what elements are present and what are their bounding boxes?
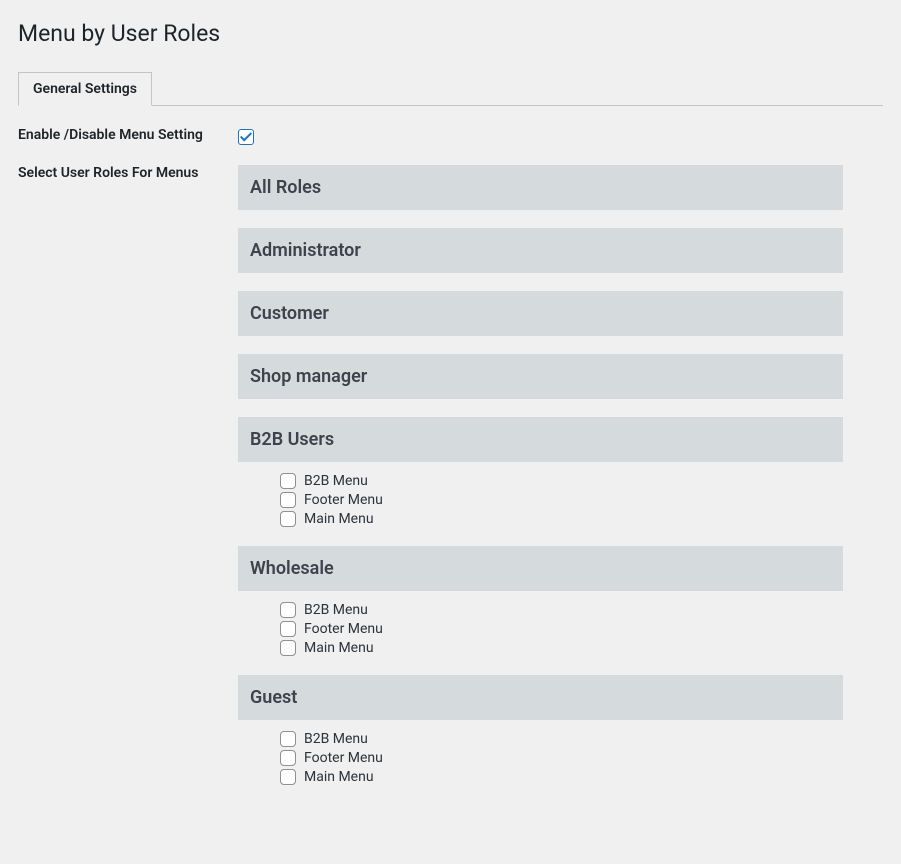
role-header[interactable]: Customer — [238, 291, 843, 336]
menu-checkbox[interactable] — [280, 731, 296, 747]
menu-checkbox[interactable] — [280, 511, 296, 527]
menu-item: Footer Menu — [280, 749, 843, 767]
menu-label[interactable]: B2B Menu — [304, 472, 368, 490]
menu-checkbox[interactable] — [280, 769, 296, 785]
role-section: Administrator — [238, 228, 843, 273]
menu-checkbox[interactable] — [280, 640, 296, 656]
menu-item: Footer Menu — [280, 620, 843, 638]
menu-label[interactable]: Main Menu — [304, 639, 374, 657]
menu-checkbox[interactable] — [280, 621, 296, 637]
menu-label[interactable]: B2B Menu — [304, 601, 368, 619]
row-select-roles: Select User Roles For Menus All Roles Adm… — [18, 165, 883, 804]
menu-checkbox[interactable] — [280, 492, 296, 508]
enable-checkbox[interactable] — [238, 129, 254, 145]
role-header[interactable]: Administrator — [238, 228, 843, 273]
menu-item: Main Menu — [280, 639, 843, 657]
row-enable-setting: Enable /Disable Menu Setting — [18, 126, 883, 145]
menu-label[interactable]: B2B Menu — [304, 730, 368, 748]
menu-checkbox[interactable] — [280, 473, 296, 489]
menu-item: B2B Menu — [280, 730, 843, 748]
menu-label[interactable]: Footer Menu — [304, 620, 383, 638]
role-menus: B2B MenuFooter MenuMain Menu — [238, 720, 843, 786]
menu-checkbox[interactable] — [280, 750, 296, 766]
page-title: Menu by User Roles — [18, 10, 883, 53]
role-section: B2B UsersB2B MenuFooter MenuMain Menu — [238, 417, 843, 528]
role-menus: B2B MenuFooter MenuMain Menu — [238, 591, 843, 657]
menu-label[interactable]: Main Menu — [304, 768, 374, 786]
role-section: Customer — [238, 291, 843, 336]
menu-item: Footer Menu — [280, 491, 843, 509]
role-header[interactable]: All Roles — [238, 165, 843, 210]
role-section: Shop manager — [238, 354, 843, 399]
roles-container: All Roles Administrator Customer Shop manag… — [238, 165, 843, 786]
role-header[interactable]: Guest — [238, 675, 843, 720]
tab-general-settings[interactable]: General Settings — [18, 72, 152, 106]
menu-item: B2B Menu — [280, 601, 843, 619]
menu-item: Main Menu — [280, 768, 843, 786]
roles-label: Select User Roles For Menus — [18, 165, 238, 181]
menu-checkbox[interactable] — [280, 602, 296, 618]
menu-label[interactable]: Footer Menu — [304, 491, 383, 509]
role-section: All Roles — [238, 165, 843, 210]
role-header[interactable]: Shop manager — [238, 354, 843, 399]
menu-label[interactable]: Main Menu — [304, 510, 374, 528]
role-section: WholesaleB2B MenuFooter MenuMain Menu — [238, 546, 843, 657]
menu-item: Main Menu — [280, 510, 843, 528]
role-menus: B2B MenuFooter MenuMain Menu — [238, 462, 843, 528]
menu-label[interactable]: Footer Menu — [304, 749, 383, 767]
enable-label: Enable /Disable Menu Setting — [18, 127, 238, 143]
role-section: GuestB2B MenuFooter MenuMain Menu — [238, 675, 843, 786]
role-header[interactable]: Wholesale — [238, 546, 843, 591]
tab-wrapper: General Settings — [18, 63, 883, 106]
role-header[interactable]: B2B Users — [238, 417, 843, 462]
menu-item: B2B Menu — [280, 472, 843, 490]
